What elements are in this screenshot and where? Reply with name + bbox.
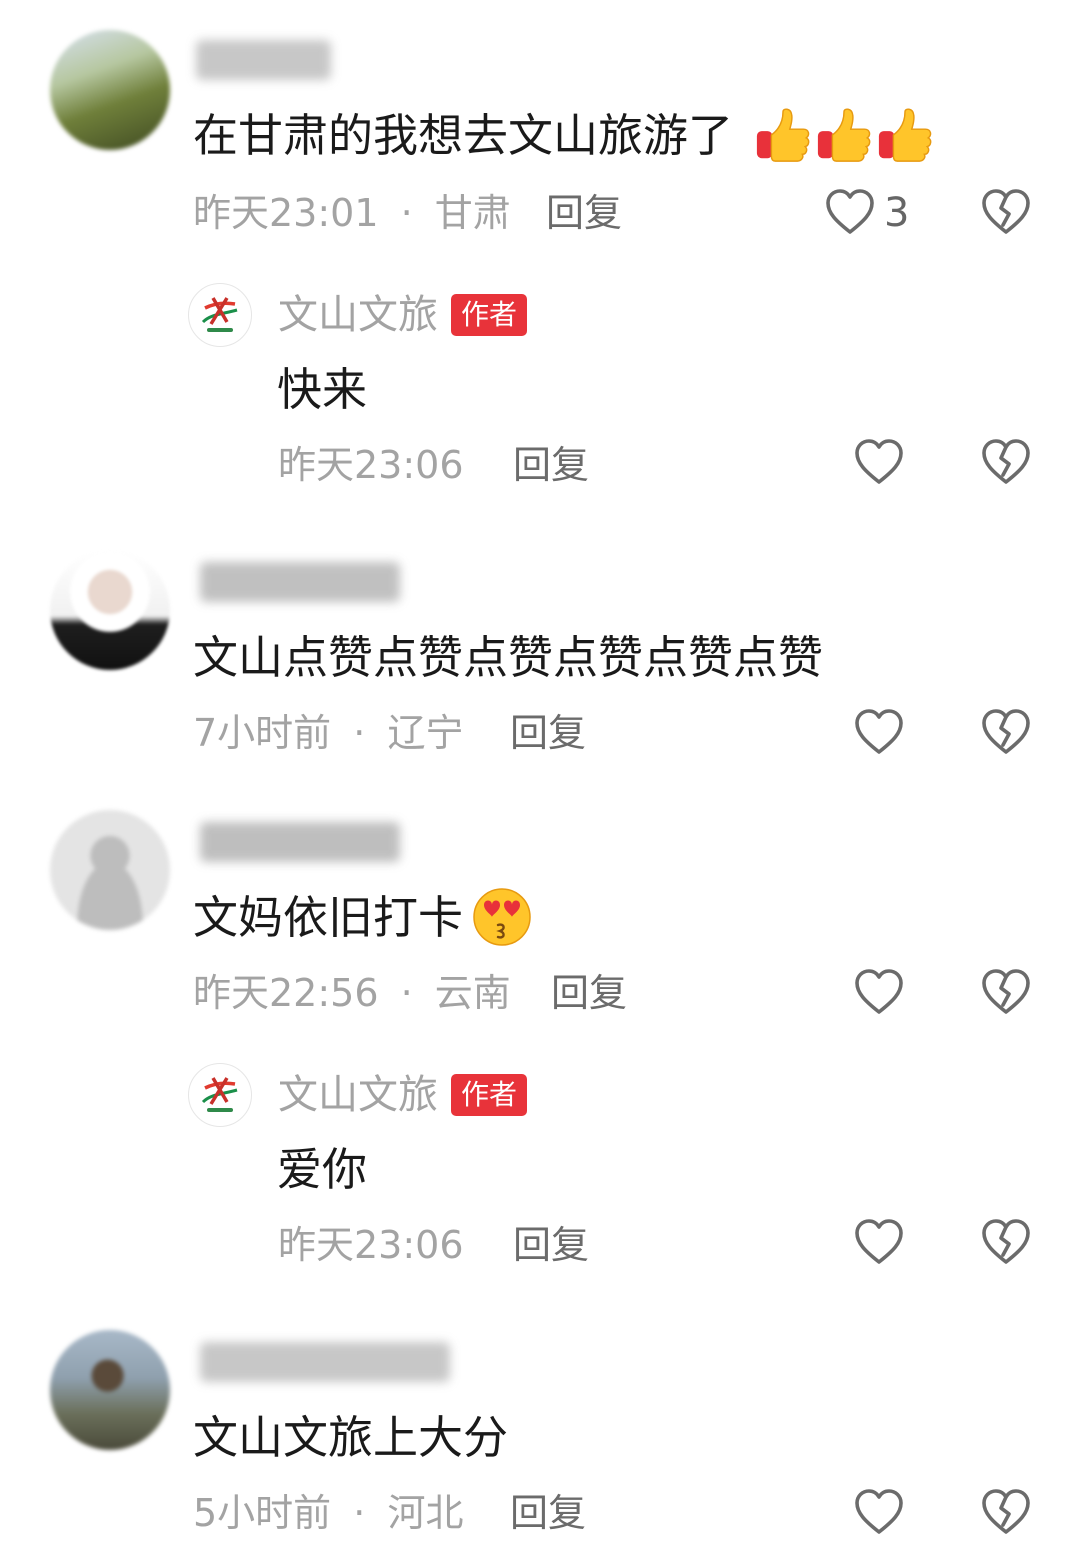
comment-text: 文山点赞点赞点赞点赞点赞点赞	[193, 631, 824, 684]
heart-outline-icon[interactable]	[853, 707, 905, 759]
heart-outline-icon	[824, 187, 876, 239]
username-blurred[interactable]	[200, 1342, 450, 1382]
author-avatar[interactable]	[188, 283, 252, 347]
like-count: 3	[884, 190, 910, 236]
reply-button[interactable]: 回复	[513, 442, 589, 488]
broken-heart-icon[interactable]	[980, 967, 1032, 1019]
reply-text: 快来	[277, 363, 368, 416]
wenshan-tourism-logo-icon	[190, 1065, 250, 1125]
thumbs-up-emoji-icon	[876, 106, 934, 164]
comment-time: 5小时前	[193, 1491, 332, 1535]
meta-separator: ·	[353, 711, 366, 755]
meta-separator: ·	[353, 1491, 366, 1535]
broken-heart-icon[interactable]	[980, 1487, 1032, 1539]
comment-meta: 5小时前 · 河北	[193, 1490, 463, 1536]
comment-text: 文山文旅上大分	[193, 1411, 509, 1464]
comment-meta: 昨天22:56 · 云南	[193, 970, 511, 1016]
reply-button[interactable]: 回复	[513, 1222, 589, 1268]
username-blurred[interactable]	[200, 562, 400, 602]
reply-button[interactable]: 回复	[546, 190, 622, 236]
comment-location: 甘肃	[434, 191, 511, 235]
author-badge: 作者	[451, 294, 528, 336]
heart-eyes-kiss-emoji-icon	[473, 888, 531, 946]
broken-heart-icon[interactable]	[980, 707, 1032, 759]
broken-heart-icon[interactable]	[980, 1217, 1032, 1269]
author-name[interactable]: 文山文旅	[278, 291, 438, 339]
heart-outline-icon[interactable]	[853, 437, 905, 489]
comment-text: 文妈依旧打卡	[193, 891, 464, 944]
reply-button[interactable]: 回复	[551, 970, 627, 1016]
broken-heart-icon[interactable]	[980, 187, 1032, 239]
reply-text: 爱你	[277, 1143, 368, 1196]
comment-location: 辽宁	[387, 711, 464, 755]
broken-heart-icon[interactable]	[980, 437, 1032, 489]
thumbs-up-emoji-icon	[754, 106, 812, 164]
author-badge: 作者	[451, 1074, 528, 1116]
heart-outline-icon[interactable]	[853, 1487, 905, 1539]
reply-button[interactable]: 回复	[510, 710, 586, 756]
reply-time: 昨天23:06	[278, 1223, 464, 1267]
username-blurred[interactable]	[200, 822, 400, 862]
comment-meta: 昨天23:01 · 甘肃	[193, 190, 511, 236]
reply-button[interactable]: 回复	[510, 1490, 586, 1536]
author-avatar[interactable]	[188, 1063, 252, 1127]
comment-location: 云南	[434, 971, 511, 1015]
thumbs-up-emoji-icon	[815, 106, 873, 164]
comment-time: 昨天23:01	[193, 191, 379, 235]
default-avatar[interactable]	[50, 810, 170, 930]
comment-time: 7小时前	[193, 711, 332, 755]
author-name[interactable]: 文山文旅	[278, 1071, 438, 1119]
comment-time: 昨天22:56	[193, 971, 379, 1015]
avatar[interactable]	[50, 1330, 170, 1450]
heart-outline-icon[interactable]	[853, 1217, 905, 1269]
heart-outline-icon[interactable]	[853, 967, 905, 1019]
like-button[interactable]: 3	[824, 187, 909, 239]
reply-time: 昨天23:06	[278, 443, 464, 487]
meta-separator: ·	[400, 191, 413, 235]
meta-separator: ·	[400, 971, 413, 1015]
username-blurred[interactable]	[196, 40, 331, 80]
avatar[interactable]	[50, 30, 170, 150]
avatar[interactable]	[50, 550, 170, 670]
wenshan-tourism-logo-icon	[190, 285, 250, 345]
comment-location: 河北	[387, 1491, 464, 1535]
comment-meta: 7小时前 · 辽宁	[193, 710, 463, 756]
comment-text: 在甘肃的我想去文山旅游了	[193, 109, 734, 162]
